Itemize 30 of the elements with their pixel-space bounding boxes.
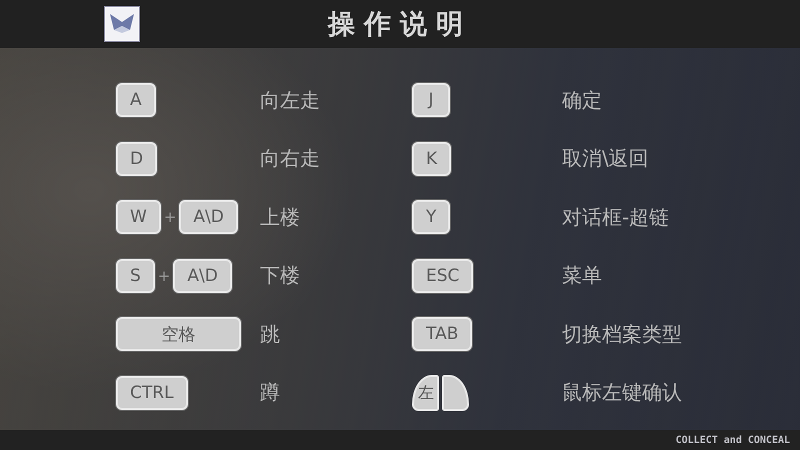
- brand-text: COLLECT and CONCEAL: [676, 434, 790, 446]
- key-cap: J: [412, 83, 450, 118]
- key-cap: W: [116, 200, 161, 234]
- plus-sign: +: [158, 266, 170, 285]
- key-cap: A\D: [173, 258, 232, 293]
- action-label: 下楼: [260, 262, 301, 290]
- key-cap: 空格: [116, 317, 241, 352]
- action-label: 对话框-超链: [562, 204, 670, 231]
- page-title: 操作说明: [328, 8, 472, 42]
- action-label: 上楼: [260, 204, 301, 231]
- action-label: 向左走: [260, 86, 321, 114]
- key-cap: TAB: [412, 317, 472, 352]
- action-label: 向右走: [260, 145, 321, 172]
- key-cap: CTRL: [116, 376, 188, 410]
- key-cap: Y: [412, 200, 450, 234]
- key-cap: S: [116, 258, 155, 293]
- action-label: 跳: [260, 320, 281, 348]
- key-cap: A\D: [179, 200, 238, 234]
- key-cap: ESC: [412, 258, 474, 293]
- action-label: 取消\返回: [562, 145, 650, 172]
- action-label: 蹲: [260, 379, 281, 406]
- action-label: 切换档案类型: [562, 320, 683, 348]
- key-cap: A: [116, 83, 156, 118]
- action-label: 鼠标左键确认: [562, 379, 683, 406]
- key-cap: K: [412, 142, 452, 176]
- plus-sign: +: [164, 208, 176, 226]
- action-label: 菜单: [562, 262, 603, 290]
- action-label: 确定: [562, 86, 603, 114]
- logo-icon: [104, 6, 140, 42]
- key-cap: D: [116, 142, 158, 176]
